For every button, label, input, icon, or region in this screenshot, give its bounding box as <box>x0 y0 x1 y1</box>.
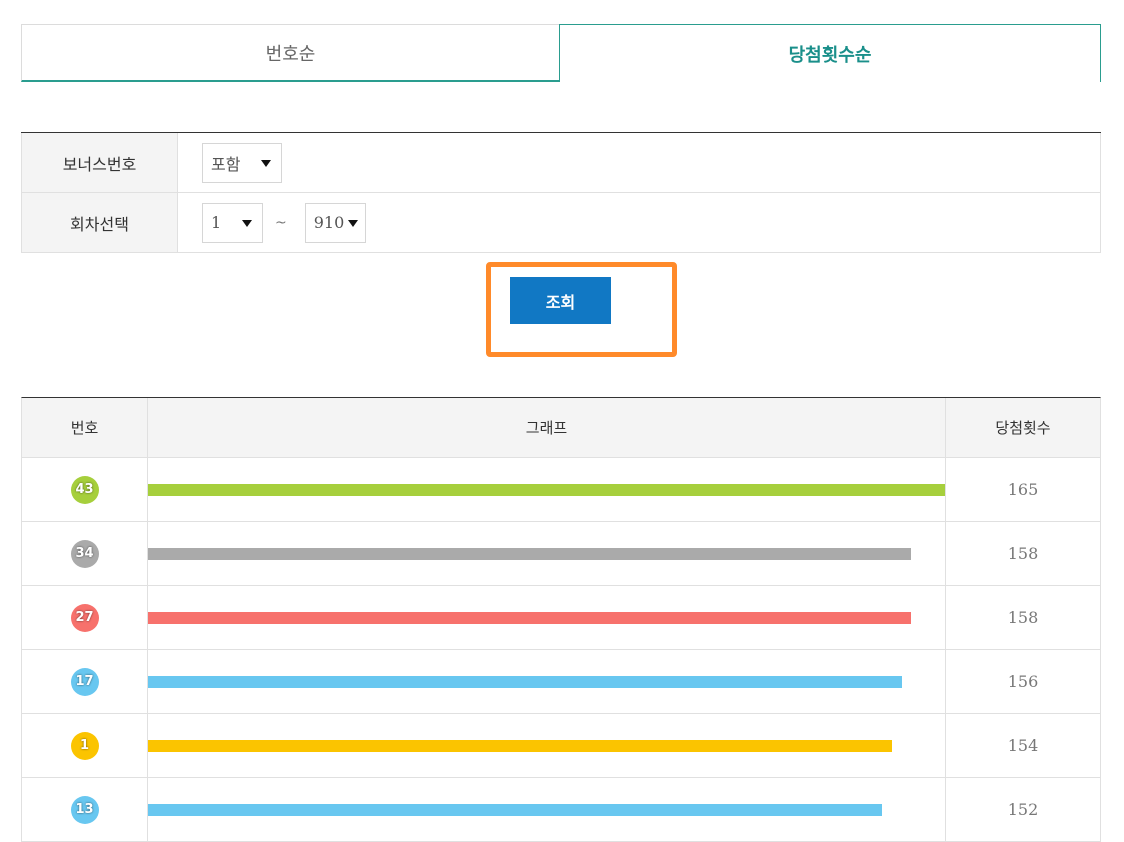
range-separator: ~ <box>275 214 287 231</box>
count-cell: 156 <box>1007 672 1039 691</box>
graph-cell <box>148 650 946 713</box>
win-count-table: 번호 그래프 당첨횟수 43 165 34 158 27 158 17 156 1 154 13 15… <box>21 397 1101 842</box>
graph-cell <box>148 714 946 777</box>
graph-cell <box>148 586 946 649</box>
table-row: 34 158 <box>22 522 1100 586</box>
table-row: 1 154 <box>22 714 1100 778</box>
dropdown-arrow-icon <box>242 219 252 227</box>
number-ball: 17 <box>70 667 99 696</box>
bonus-row: 보너스번호 포함 <box>21 133 1101 193</box>
round-label: 회차선택 <box>22 193 178 252</box>
search-filter: 보너스번호 포함 회차선택 1 ~ 910 <box>21 132 1101 253</box>
number-ball: 27 <box>70 603 99 632</box>
dropdown-arrow-icon <box>261 159 271 167</box>
table-row: 43 165 <box>22 458 1100 522</box>
round-from-value: 1 <box>211 213 222 232</box>
dropdown-arrow-icon <box>347 219 358 227</box>
round-from-select[interactable]: 1 <box>202 202 263 243</box>
search-button[interactable]: 조회 <box>510 277 611 324</box>
number-ball: 1 <box>70 731 99 760</box>
count-bar <box>148 483 945 496</box>
table-header: 번호 그래프 당첨횟수 <box>22 398 1100 458</box>
count-bar <box>148 739 892 752</box>
round-to-value: 910 <box>313 213 345 232</box>
bonus-label: 보너스번호 <box>22 133 178 192</box>
count-bar <box>148 547 911 560</box>
bonus-select[interactable]: 포함 <box>202 142 282 183</box>
count-cell: 154 <box>1007 736 1039 755</box>
table-row: 27 158 <box>22 586 1100 650</box>
count-bar <box>148 611 911 624</box>
count-cell: 165 <box>1007 480 1039 499</box>
header-graph: 그래프 <box>148 398 946 457</box>
number-cell: 34 <box>22 522 148 585</box>
count-bar <box>148 675 902 688</box>
number-cell: 27 <box>22 586 148 649</box>
graph-cell <box>148 522 946 585</box>
graph-cell <box>148 458 946 521</box>
table-body: 43 165 34 158 27 158 17 156 1 154 13 152 <box>22 458 1100 842</box>
header-number: 번호 <box>22 398 148 457</box>
header-count: 당첨횟수 <box>995 419 1051 437</box>
sort-tabs: 번호순 당첨횟수순 <box>21 24 1101 84</box>
tab-by-win-count[interactable]: 당첨횟수순 <box>559 24 1101 82</box>
number-cell: 1 <box>22 714 148 777</box>
number-ball: 13 <box>70 795 99 824</box>
number-ball: 34 <box>70 539 99 568</box>
tab-by-number[interactable]: 번호순 <box>21 24 560 82</box>
number-cell: 43 <box>22 458 148 521</box>
count-cell: 158 <box>1007 544 1039 563</box>
round-to-select[interactable]: 910 <box>304 202 366 243</box>
table-row: 17 156 <box>22 650 1100 714</box>
number-cell: 17 <box>22 650 148 713</box>
bonus-select-value: 포함 <box>211 154 241 174</box>
graph-cell <box>148 778 946 841</box>
count-cell: 158 <box>1007 608 1039 627</box>
count-bar <box>148 803 882 816</box>
table-row: 13 152 <box>22 778 1100 842</box>
number-ball: 43 <box>70 475 99 504</box>
round-row: 회차선택 1 ~ 910 <box>21 193 1101 253</box>
number-cell: 13 <box>22 778 148 841</box>
count-cell: 152 <box>1007 800 1039 819</box>
